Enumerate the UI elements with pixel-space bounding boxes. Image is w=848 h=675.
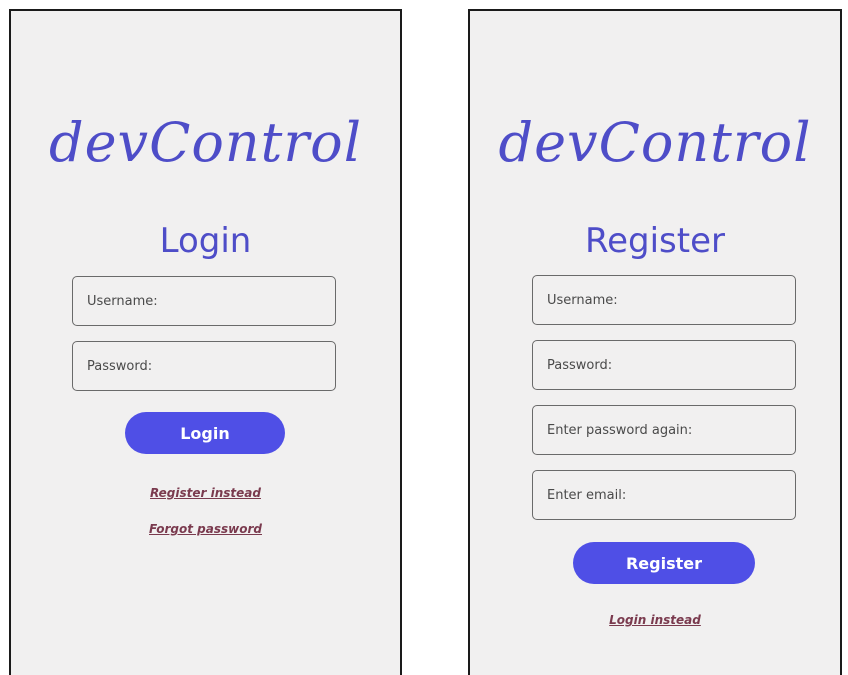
email-input[interactable]	[532, 470, 796, 520]
app-logo: devControl	[49, 111, 362, 174]
password-input[interactable]	[532, 340, 796, 390]
login-screen: devControl Login Login Register instead …	[9, 9, 402, 675]
password-input[interactable]	[72, 341, 336, 391]
register-button[interactable]: Register	[573, 542, 755, 584]
forgot-password-link[interactable]: Forgot password	[11, 522, 400, 536]
page-title: Register	[585, 221, 725, 261]
confirm-password-input[interactable]	[532, 405, 796, 455]
login-instead-link[interactable]: Login instead	[470, 613, 840, 627]
register-instead-link[interactable]: Register instead	[11, 486, 400, 500]
username-input[interactable]	[72, 276, 336, 326]
register-screen: devControl Register Register Login inste…	[468, 9, 842, 675]
app-logo: devControl	[498, 111, 812, 174]
login-button[interactable]: Login	[125, 412, 285, 454]
page-title: Login	[159, 221, 252, 261]
username-input[interactable]	[532, 275, 796, 325]
